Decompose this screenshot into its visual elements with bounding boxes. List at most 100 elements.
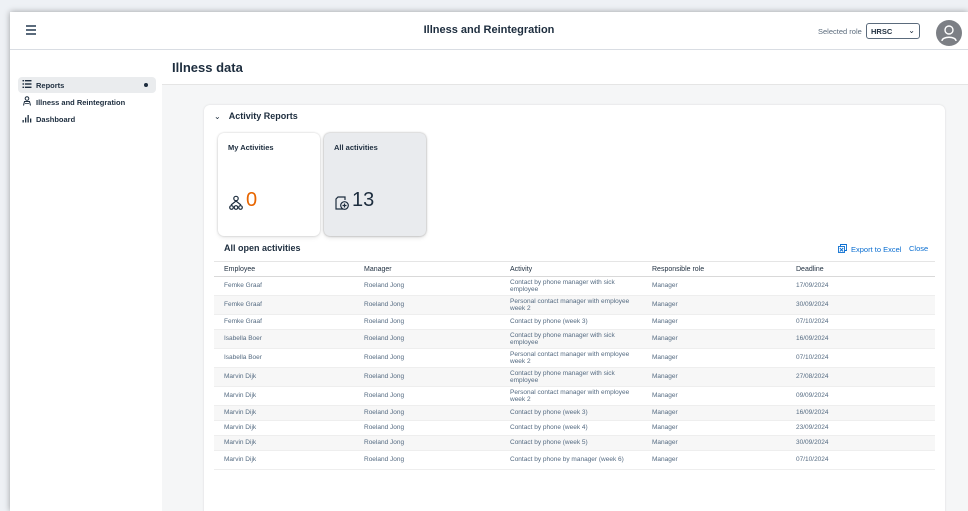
cell-activity: Contact by phone (week 5) <box>510 439 588 447</box>
sidebar-item-reports[interactable]: Reports <box>18 77 156 93</box>
panel-title: Activity Reports <box>228 111 298 121</box>
role-select-value: HRSC <box>871 27 893 36</box>
cell-employee: Marvin Dijk <box>224 424 257 432</box>
user-icon <box>941 25 957 42</box>
tile-all-activities[interactable]: All activities 13 <box>324 133 426 236</box>
cell-manager: Roeland Jong <box>364 354 405 362</box>
table-row[interactable]: Marvin Dijk Roeland Jong Contact by phone … <box>214 406 935 421</box>
table-row[interactable]: Femke Graaf Roeland Jong Contact by phone … <box>214 277 935 296</box>
cell-deadline: 07/10/2024 <box>796 318 829 326</box>
page-header: Illness data <box>162 51 968 85</box>
chevron-down-icon: ⌄ <box>214 112 221 121</box>
panel-header[interactable]: ⌄ Activity Reports <box>214 111 298 121</box>
cell-activity: Contact by phone manager with sick emplo… <box>510 369 615 384</box>
sidebar-item-label: Illness and Reintegration <box>36 98 126 107</box>
table-title: All open activities <box>224 243 301 253</box>
main-content: Illness data ⌄ Activity Reports My Activi… <box>162 51 968 511</box>
app-window: Illness and Reintegration Selected role … <box>10 12 968 511</box>
cell-manager: Roeland Jong <box>364 456 405 464</box>
column-header-activity[interactable]: Activity <box>510 266 532 273</box>
cell-responsible-role: Manager <box>652 335 678 343</box>
column-header-employee[interactable]: Employee <box>224 266 255 273</box>
cell-responsible-role: Manager <box>652 439 678 447</box>
role-label: Selected role <box>818 27 862 36</box>
column-header-responsible-role[interactable]: Responsible role <box>652 266 704 273</box>
cell-deadline: 17/09/2024 <box>796 282 829 290</box>
cell-deadline: 16/09/2024 <box>796 409 829 417</box>
close-button[interactable]: Close <box>909 244 928 253</box>
shell-bar: Illness and Reintegration Selected role … <box>10 12 968 50</box>
cell-activity: Contact by phone by manager (week 6) <box>510 456 624 464</box>
cell-employee: Femke Graaf <box>224 301 262 309</box>
table-row[interactable]: Marvin Dijk Roeland Jong Contact by phone … <box>214 451 935 470</box>
cell-employee: Marvin Dijk <box>224 409 257 417</box>
cell-responsible-role: Manager <box>652 373 678 381</box>
cell-activity: Personal contact manager with employee w… <box>510 388 630 403</box>
tile-label: All activities <box>334 143 378 152</box>
table-body: Femke Graaf Roeland Jong Contact by phone … <box>214 277 935 470</box>
cell-employee: Isabella Boer <box>224 335 262 343</box>
cell-manager: Roeland Jong <box>364 282 405 290</box>
cell-activity: Contact by phone (week 4) <box>510 424 588 432</box>
cell-deadline: 07/10/2024 <box>796 456 829 464</box>
cell-deadline: 30/09/2024 <box>796 301 829 309</box>
cell-manager: Roeland Jong <box>364 424 405 432</box>
export-to-excel-button[interactable]: Export to Excel <box>838 244 901 254</box>
sidebar-item-illness-reintegration[interactable]: Illness and Reintegration <box>18 94 156 110</box>
cell-deadline: 09/09/2024 <box>796 392 829 400</box>
table-row[interactable]: Isabella Boer Roeland Jong Personal contac… <box>214 349 935 368</box>
table-row[interactable]: Femke Graaf Roeland Jong Personal contact … <box>214 296 935 315</box>
chevron-down-icon: ⌄ <box>908 26 915 35</box>
column-header-manager[interactable]: Manager <box>364 266 392 273</box>
org-icon <box>229 195 243 210</box>
cell-activity: Contact by phone (week 3) <box>510 318 588 326</box>
cell-responsible-role: Manager <box>652 354 678 362</box>
cell-deadline: 30/09/2024 <box>796 439 829 447</box>
tile-my-activities[interactable]: My Activities 0 <box>218 133 320 236</box>
sidebar-item-label: Dashboard <box>36 115 76 124</box>
cell-manager: Roeland Jong <box>364 373 405 381</box>
cell-manager: Roeland Jong <box>364 392 405 400</box>
cell-deadline: 23/09/2024 <box>796 424 829 432</box>
cell-deadline: 27/08/2024 <box>796 373 829 381</box>
table-row[interactable]: Femke Graaf Roeland Jong Contact by phone … <box>214 315 935 330</box>
tile-label: My Activities <box>228 143 274 152</box>
table-header: Employee Manager Activity Responsible ro… <box>214 261 935 277</box>
role-select[interactable]: HRSC ⌄ <box>866 23 920 39</box>
activity-reports-panel: ⌄ Activity Reports My Activities 0 All ac… <box>204 105 945 511</box>
table-row[interactable]: Marvin Dijk Roeland Jong Contact by phone … <box>214 368 935 387</box>
selected-indicator <box>144 83 148 87</box>
tile-value: 0 <box>246 189 258 211</box>
cell-activity: Personal contact manager with employee w… <box>510 297 630 312</box>
cell-manager: Roeland Jong <box>364 335 405 343</box>
export-label: Export to Excel <box>851 245 902 254</box>
cell-responsible-role: Manager <box>652 301 678 309</box>
cell-deadline: 16/09/2024 <box>796 335 829 343</box>
cell-activity: Contact by phone (week 3) <box>510 409 588 417</box>
cell-employee: Marvin Dijk <box>224 456 257 464</box>
cell-employee: Marvin Dijk <box>224 373 257 381</box>
bar-chart-icon <box>22 115 32 123</box>
cell-activity: Contact by phone manager with sick emplo… <box>510 278 615 293</box>
column-header-deadline[interactable]: Deadline <box>796 266 824 273</box>
cell-employee: Marvin Dijk <box>224 392 257 400</box>
sidebar-item-dashboard[interactable]: Dashboard <box>18 111 156 127</box>
cell-manager: Roeland Jong <box>364 301 405 309</box>
table-row[interactable]: Marvin Dijk Roeland Jong Contact by phone … <box>214 421 935 436</box>
table-row[interactable]: Marvin Dijk Roeland Jong Contact by phone … <box>214 436 935 451</box>
cell-employee: Isabella Boer <box>224 354 262 362</box>
cell-responsible-role: Manager <box>652 424 678 432</box>
cell-responsible-role: Manager <box>652 282 678 290</box>
cell-deadline: 07/10/2024 <box>796 354 829 362</box>
table-row[interactable]: Marvin Dijk Roeland Jong Personal contact … <box>214 387 935 406</box>
cell-employee: Femke Graaf <box>224 318 262 326</box>
table-row[interactable]: Isabella Boer Roeland Jong Contact by phon… <box>214 330 935 349</box>
sidebar-item-label: Reports <box>36 81 65 90</box>
cell-activity: Personal contact manager with employee w… <box>510 350 630 365</box>
list-icon <box>22 80 32 88</box>
cell-responsible-role: Manager <box>652 392 678 400</box>
avatar[interactable] <box>936 20 962 46</box>
cell-manager: Roeland Jong <box>364 409 405 417</box>
cell-responsible-role: Manager <box>652 456 678 464</box>
add-activity-icon <box>335 196 349 210</box>
